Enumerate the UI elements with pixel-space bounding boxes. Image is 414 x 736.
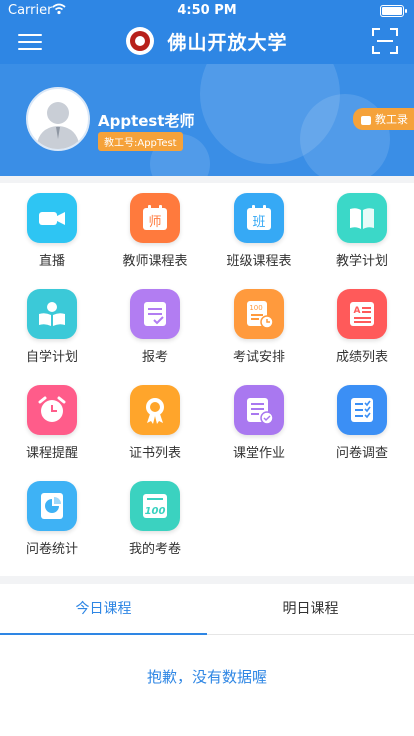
grid-item-certificate-list[interactable]: 证书列表: [103, 375, 207, 465]
status-bar: Carrier 4:50 PM: [0, 0, 414, 20]
grid-item-exam-schedule[interactable]: 100 考试安排: [207, 279, 311, 369]
reader-icon: [27, 289, 77, 339]
grid-item-class-schedule[interactable]: 班 班级课程表: [207, 183, 311, 273]
empty-state: 抱歉，没有数据喔: [0, 635, 414, 736]
tab-today-courses[interactable]: 今日课程: [0, 584, 207, 635]
grid-item-survey-stats[interactable]: 问卷统计: [0, 471, 104, 561]
function-grid: 直播 师 教师课程表 班 班级课程表 教学计划 自学计划 报考 100 考试安排: [0, 183, 414, 576]
grid-item-homework[interactable]: 课堂作业: [207, 375, 311, 465]
grid-item-teaching-plan[interactable]: 教学计划: [310, 183, 414, 273]
svg-text:100: 100: [145, 506, 166, 517]
svg-text:班: 班: [252, 215, 265, 230]
university-logo-icon: [126, 27, 155, 55]
survey-icon: [337, 385, 387, 435]
grid-item-survey[interactable]: 问卷调查: [310, 375, 414, 465]
clock: 4:50 PM: [177, 3, 237, 18]
grid-item-teacher-schedule[interactable]: 师 教师课程表: [103, 183, 207, 273]
exam-schedule-icon: 100: [234, 289, 284, 339]
staff-id-badge: 教工号:AppTest: [98, 132, 183, 151]
page-title: 佛山开放大学: [167, 31, 288, 54]
calendar-class-icon: 班: [234, 193, 284, 243]
exam-paper-icon: 100: [130, 481, 180, 531]
avatar[interactable]: [26, 87, 90, 151]
checklist-icon: [130, 289, 180, 339]
empty-message: 抱歉，没有数据喔: [146, 668, 267, 686]
grid-item-my-exam-papers[interactable]: 100 我的考卷: [103, 471, 207, 561]
battery-icon: [380, 5, 407, 17]
svg-text:100: 100: [249, 304, 262, 312]
svg-text:A: A: [354, 306, 361, 316]
grade-list-icon: A: [337, 289, 387, 339]
video-camera-icon: [27, 193, 77, 243]
course-tabs: 今日课程 明日课程: [0, 584, 414, 635]
pie-report-icon: [27, 481, 77, 531]
app-header: 佛山开放大学: [0, 20, 414, 64]
profile-card: Apptest老师 教工号:AppTest 教工录: [0, 64, 414, 176]
staff-directory-label: 教工录: [375, 113, 408, 126]
alarm-clock-icon: [27, 385, 77, 435]
svg-text:师: 师: [148, 215, 161, 230]
id-card-icon: [361, 115, 371, 125]
grid-item-live[interactable]: 直播: [0, 183, 104, 273]
calendar-teacher-icon: 师: [130, 193, 180, 243]
open-book-icon: [337, 193, 387, 243]
grid-item-grade-list[interactable]: A 成绩列表: [310, 279, 414, 369]
grid-item-course-reminder[interactable]: 课程提醒: [0, 375, 104, 465]
staff-directory-button[interactable]: 教工录: [353, 108, 414, 130]
grid-item-self-study-plan[interactable]: 自学计划: [0, 279, 104, 369]
scan-icon[interactable]: [372, 28, 398, 54]
grid-item-exam-registration[interactable]: 报考: [103, 279, 207, 369]
user-name: Apptest老师: [98, 112, 195, 130]
homework-icon: [234, 385, 284, 435]
certificate-icon: [130, 385, 180, 435]
tab-tomorrow-courses[interactable]: 明日课程: [207, 584, 414, 634]
